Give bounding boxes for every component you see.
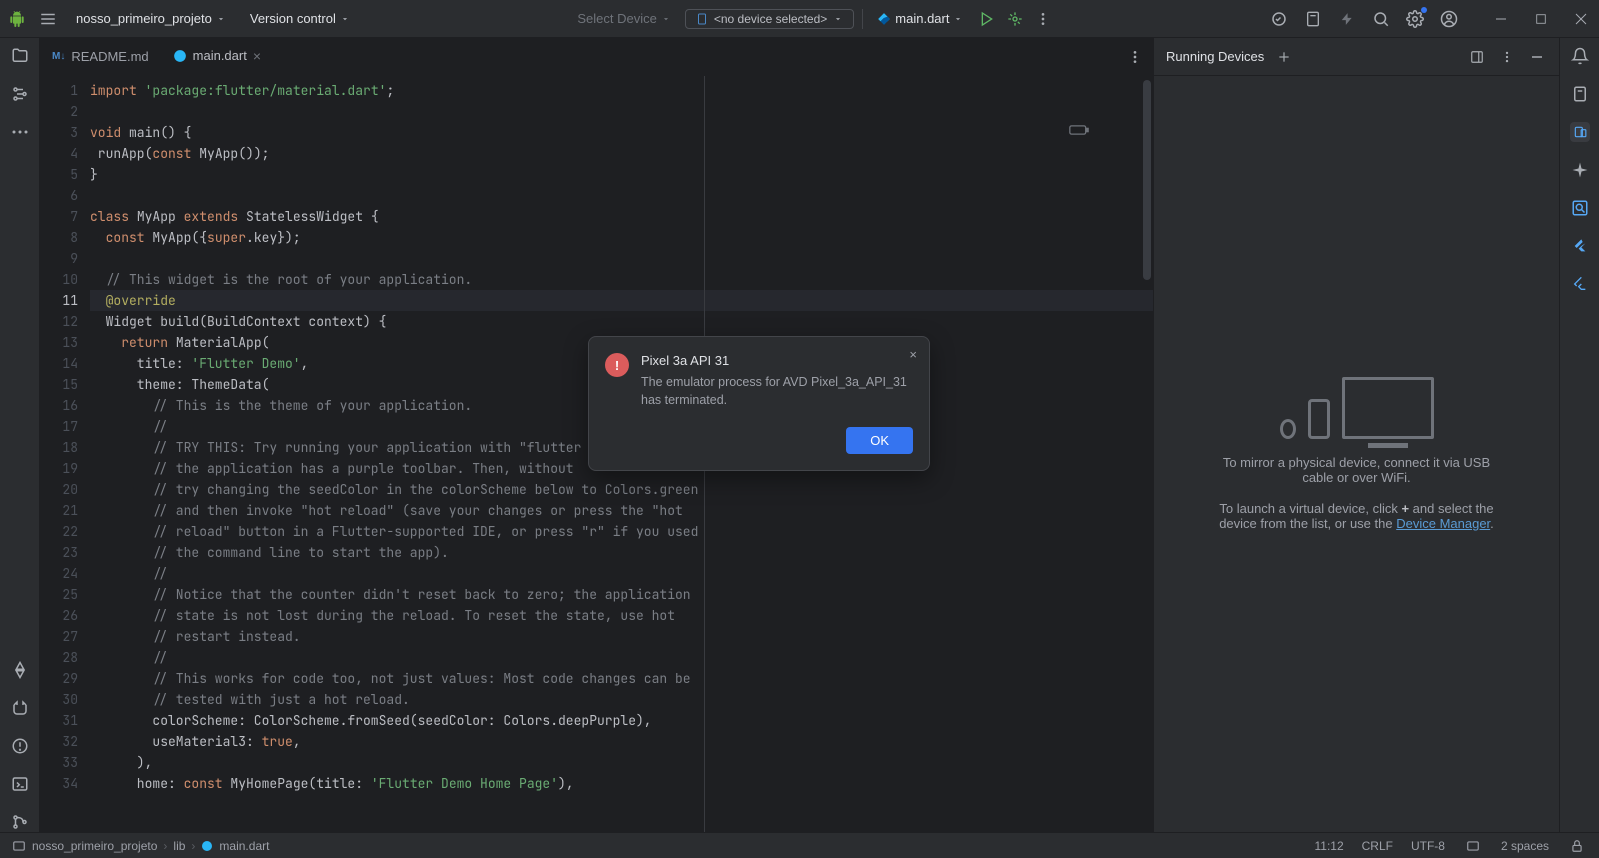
error-icon: !: [605, 353, 629, 377]
window-icon[interactable]: [1467, 47, 1487, 67]
battery-icon: [1069, 82, 1147, 178]
vcs-tool-icon[interactable]: [10, 812, 30, 832]
more-icon[interactable]: [1033, 9, 1053, 29]
gemini-icon[interactable]: [1570, 160, 1590, 180]
editor-tabs: M↓ README.md main.dart ×: [40, 38, 1153, 76]
lightning-icon[interactable]: [1337, 9, 1357, 29]
panel-hide-icon[interactable]: [1527, 47, 1547, 67]
layout-inspector-icon[interactable]: [1570, 198, 1590, 218]
settings-icon[interactable]: [1405, 9, 1425, 29]
panel-more-icon[interactable]: [1497, 47, 1517, 67]
run-button[interactable]: [977, 9, 997, 29]
panel-msg1: To mirror a physical device, connect it …: [1207, 455, 1507, 485]
devices-icon[interactable]: [1570, 122, 1590, 142]
vcs-dropdown[interactable]: Version control: [244, 7, 356, 30]
cat-tool-icon[interactable]: [10, 698, 30, 718]
running-devices-panel: Running Devices To mirror a physical dev…: [1153, 38, 1559, 832]
tab-more-icon[interactable]: [1125, 47, 1145, 67]
problems-tool-icon[interactable]: [10, 736, 30, 756]
indent-icon[interactable]: [1463, 836, 1483, 856]
flutter-tool-icon[interactable]: [10, 660, 30, 680]
project-dropdown[interactable]: nosso_primeiro_projeto: [70, 7, 232, 30]
encoding[interactable]: UTF-8: [1411, 839, 1445, 853]
tab-main-dart[interactable]: main.dart ×: [161, 38, 273, 75]
panel-title: Running Devices: [1166, 49, 1264, 64]
search-icon[interactable]: [1371, 9, 1391, 29]
dialog-ok-button[interactable]: OK: [846, 427, 913, 454]
notifications-icon[interactable]: [1570, 46, 1590, 66]
account-icon[interactable]: [1439, 9, 1459, 29]
minimize-button[interactable]: [1491, 9, 1511, 29]
right-tool-rail: [1559, 38, 1599, 832]
device-selector[interactable]: <no device selected>: [685, 9, 854, 29]
dart-file-icon: [201, 840, 213, 852]
tab-readme[interactable]: M↓ README.md: [40, 38, 161, 75]
debug-button[interactable]: [1005, 9, 1025, 29]
more-tool-icon[interactable]: [10, 122, 30, 142]
updates-icon[interactable]: [1303, 9, 1323, 29]
scrollbar[interactable]: [1143, 80, 1151, 280]
hamburger-icon[interactable]: [38, 9, 58, 29]
structure-tool-icon[interactable]: [10, 84, 30, 104]
project-tool-icon[interactable]: [10, 46, 30, 66]
select-device-dropdown[interactable]: Select Device: [571, 7, 676, 30]
lock-icon[interactable]: [1567, 836, 1587, 856]
database-icon[interactable]: [1570, 84, 1590, 104]
add-device-icon[interactable]: [1274, 47, 1294, 67]
markdown-icon: M↓: [52, 51, 65, 62]
code-with-me-icon[interactable]: [1269, 9, 1289, 29]
devices-illustration: [1280, 377, 1434, 439]
dart-icon: [173, 49, 187, 63]
android-logo-icon: [8, 10, 26, 28]
run-config-dropdown[interactable]: main.dart: [871, 7, 969, 30]
error-dialog: × ! Pixel 3a API 31 The emulator process…: [588, 336, 930, 471]
close-tab-icon[interactable]: ×: [253, 48, 261, 64]
flutter-inspector-icon[interactable]: [1570, 236, 1590, 256]
titlebar: nosso_primeiro_projeto Version control S…: [0, 0, 1599, 38]
dialog-message: The emulator process for AVD Pixel_3a_AP…: [641, 374, 913, 409]
cursor-position[interactable]: 11:12: [1314, 839, 1343, 853]
line-ending[interactable]: CRLF: [1362, 839, 1393, 853]
dialog-close-icon[interactable]: ×: [909, 347, 917, 362]
folder-icon: [12, 839, 26, 853]
left-tool-rail: [0, 38, 40, 832]
maximize-button[interactable]: [1531, 9, 1551, 29]
flutter-outline-icon[interactable]: [1570, 274, 1590, 294]
device-manager-link[interactable]: Device Manager: [1396, 516, 1490, 531]
panel-msg2: To launch a virtual device, click + and …: [1207, 501, 1507, 531]
close-button[interactable]: [1571, 9, 1591, 29]
dialog-title: Pixel 3a API 31: [641, 353, 913, 368]
breadcrumb[interactable]: nosso_primeiro_projeto › lib › main.dart: [12, 839, 269, 853]
indent[interactable]: 2 spaces: [1501, 839, 1549, 853]
status-bar: nosso_primeiro_projeto › lib › main.dart…: [0, 832, 1599, 858]
terminal-tool-icon[interactable]: [10, 774, 30, 794]
